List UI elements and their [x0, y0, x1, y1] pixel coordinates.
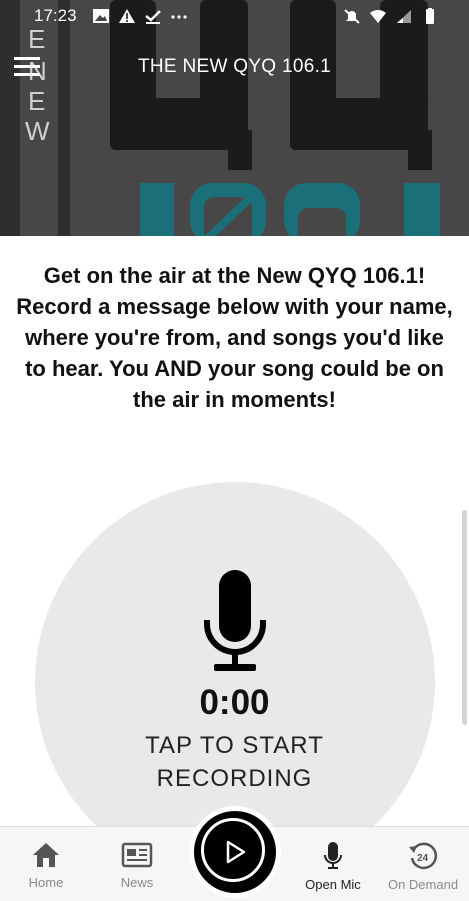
svg-text:W: W [25, 116, 50, 146]
svg-text:E: E [28, 86, 45, 116]
scrollbar[interactable] [462, 510, 467, 725]
play-button[interactable] [189, 806, 281, 898]
alert-icon [119, 9, 135, 23]
status-bar: 17:23 [0, 0, 469, 32]
nav-label-home: Home [28, 875, 64, 890]
image-icon [93, 9, 109, 23]
tap-to-record-label[interactable]: TAP TO START RECORDING [120, 729, 349, 795]
status-time: 17:23 [34, 6, 77, 25]
signal-icon [397, 10, 411, 23]
mute-icon [344, 9, 360, 24]
page-title: THE NEW QYQ 106.1 [137, 56, 332, 77]
nav-label-news: News [120, 875, 154, 890]
wifi-icon [370, 9, 386, 23]
play-icon [226, 840, 246, 864]
svg-text:24: 24 [417, 853, 429, 864]
news-icon [121, 842, 153, 868]
nav-item-home[interactable]: Home [6, 841, 86, 890]
nav-label-on-demand: On Demand [387, 877, 459, 892]
more-icon [171, 15, 187, 19]
nav-item-open-mic[interactable]: Open Mic [293, 841, 373, 892]
microphone-icon[interactable] [204, 570, 266, 674]
nav-label-open-mic: Open Mic [305, 877, 361, 892]
nav-item-news[interactable]: News [97, 841, 177, 890]
microphone-icon [324, 842, 342, 869]
nav-item-on-demand[interactable]: 24 On Demand [383, 841, 463, 892]
open-mic-instructions: Get on the air at the New QYQ 106.1! Rec… [16, 263, 453, 412]
check-icon [145, 10, 161, 24]
header-banner: E N E W 17:23 THE NEW QYQ 106.1 [0, 0, 469, 236]
on-demand-24-icon: 24 [409, 842, 438, 870]
recording-timer: 0:00 [199, 683, 270, 722]
battery-icon [426, 8, 434, 24]
home-icon [33, 843, 59, 867]
station-logo-artwork: E N E W [0, 0, 469, 236]
